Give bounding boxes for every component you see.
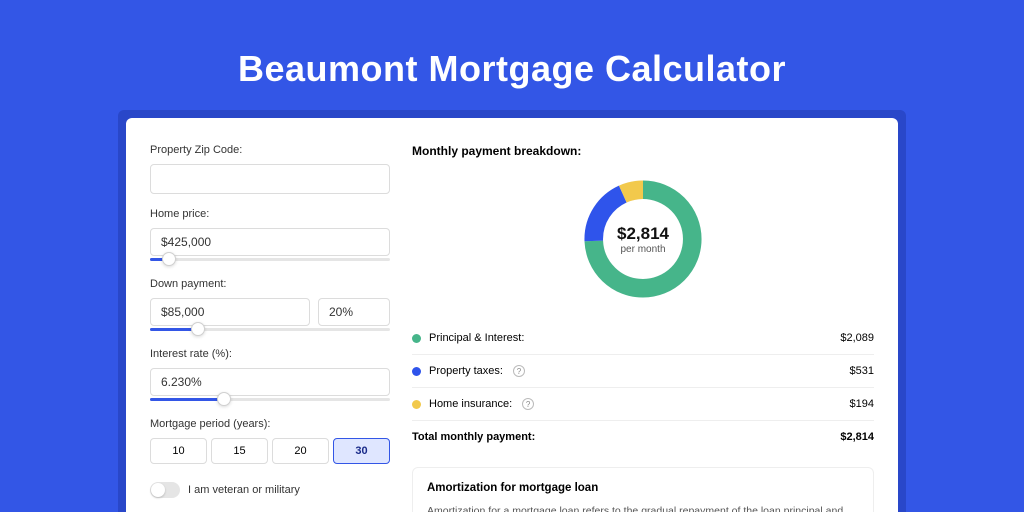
donut-amount: $2,814	[617, 224, 669, 244]
breakdown-total-value: $2,814	[840, 431, 874, 443]
amortization-body: Amortization for a mortgage loan refers …	[427, 504, 859, 512]
home-price-field: Home price:	[150, 208, 390, 264]
legend-value: $531	[850, 365, 874, 377]
legend-row: Property taxes:? $531	[412, 354, 874, 387]
legend-label: Home insurance:	[429, 398, 512, 410]
veteran-toggle[interactable]	[150, 482, 180, 498]
inputs-column: Property Zip Code: Home price: Down paym…	[150, 144, 390, 512]
legend-dot	[412, 334, 421, 343]
interest-rate-field: Interest rate (%):	[150, 348, 390, 404]
page-title: Beaumont Mortgage Calculator	[0, 0, 1024, 110]
down-payment-slider[interactable]	[150, 324, 390, 334]
zip-input[interactable]	[150, 164, 390, 194]
breakdown-legend: Principal & Interest: $2,089 Property taxe…	[412, 322, 874, 420]
period-option-30[interactable]: 30	[333, 438, 390, 464]
home-price-input[interactable]	[150, 228, 390, 256]
slider-thumb[interactable]	[191, 322, 205, 336]
info-icon[interactable]: ?	[522, 398, 534, 410]
slider-fill	[150, 398, 224, 401]
veteran-row: I am veteran or military	[150, 482, 390, 498]
amortization-title: Amortization for mortgage loan	[427, 482, 859, 494]
down-payment-field: Down payment:	[150, 278, 390, 334]
mortgage-period-field: Mortgage period (years): 10152030	[150, 418, 390, 464]
interest-rate-label: Interest rate (%):	[150, 348, 390, 360]
legend-value: $194	[850, 398, 874, 410]
breakdown-total-label: Total monthly payment:	[412, 431, 535, 443]
toggle-knob	[151, 483, 165, 497]
calculator-container: Property Zip Code: Home price: Down paym…	[118, 110, 906, 512]
down-payment-percent-input[interactable]	[318, 298, 390, 326]
slider-thumb[interactable]	[162, 252, 176, 266]
legend-dot	[412, 367, 421, 376]
donut-chart: $2,814 per month	[578, 174, 708, 304]
home-price-label: Home price:	[150, 208, 390, 220]
slider-thumb[interactable]	[217, 392, 231, 406]
legend-label: Property taxes:	[429, 365, 503, 377]
zip-field: Property Zip Code:	[150, 144, 390, 194]
mortgage-period-label: Mortgage period (years):	[150, 418, 390, 430]
down-payment-amount-input[interactable]	[150, 298, 310, 326]
mortgage-period-options: 10152030	[150, 438, 390, 464]
donut-center: $2,814 per month	[578, 174, 708, 304]
amortization-card: Amortization for mortgage loan Amortizat…	[412, 467, 874, 512]
legend-label: Principal & Interest:	[429, 332, 524, 344]
donut-sublabel: per month	[620, 244, 665, 255]
veteran-label: I am veteran or military	[188, 484, 300, 496]
down-payment-label: Down payment:	[150, 278, 390, 290]
legend-row: Home insurance:? $194	[412, 387, 874, 420]
calculator-card: Property Zip Code: Home price: Down paym…	[126, 118, 898, 512]
zip-label: Property Zip Code:	[150, 144, 390, 156]
donut-chart-wrap: $2,814 per month	[412, 170, 874, 322]
period-option-15[interactable]: 15	[211, 438, 268, 464]
info-icon[interactable]: ?	[513, 365, 525, 377]
interest-rate-input[interactable]	[150, 368, 390, 396]
legend-dot	[412, 400, 421, 409]
interest-rate-slider[interactable]	[150, 394, 390, 404]
home-price-slider[interactable]	[150, 254, 390, 264]
breakdown-column: Monthly payment breakdown: $2,814 per mo…	[412, 144, 874, 512]
breakdown-total-row: Total monthly payment: $2,814	[412, 420, 874, 453]
legend-value: $2,089	[840, 332, 874, 344]
period-option-20[interactable]: 20	[272, 438, 329, 464]
legend-row: Principal & Interest: $2,089	[412, 322, 874, 354]
breakdown-title: Monthly payment breakdown:	[412, 144, 874, 158]
slider-track	[150, 258, 390, 261]
period-option-10[interactable]: 10	[150, 438, 207, 464]
